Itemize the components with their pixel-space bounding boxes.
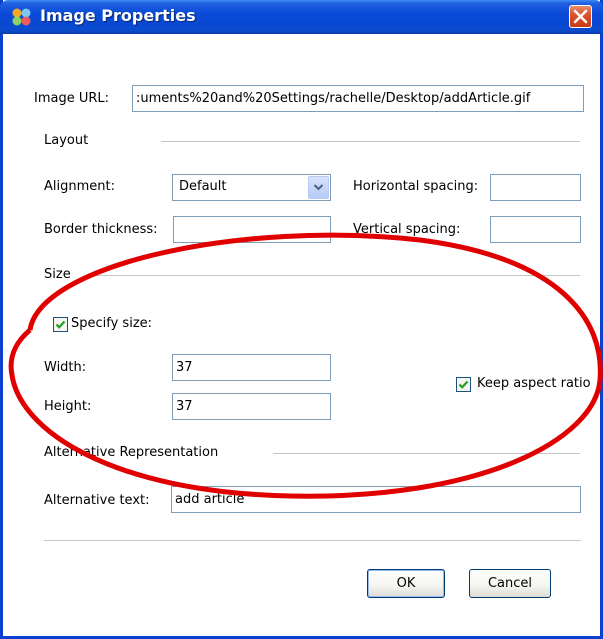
specify-size-checkbox[interactable] [53,317,68,332]
layout-separator [161,141,580,142]
checkmark-icon [458,380,469,389]
window-title: Image Properties [40,6,196,25]
alignment-label: Alignment: [44,179,115,194]
width-label: Width: [44,360,87,375]
size-section-label: Size [44,267,71,282]
image-url-field[interactable]: :uments%20and%20Settings/rachelle/Deskto… [132,85,584,112]
image-properties-dialog: Image Properties Image URL: :uments%20an… [0,0,603,639]
alternative-text-field[interactable]: add article [171,486,581,513]
height-label: Height: [44,399,92,414]
vertical-spacing-field[interactable] [490,216,581,243]
ok-button[interactable]: OK [367,569,445,598]
alignment-dropdown[interactable]: Default [172,174,331,201]
checkmark-icon [55,320,66,329]
specify-size-label: Specify size: [71,316,153,331]
cancel-button[interactable]: Cancel [469,569,551,598]
border-thickness-field[interactable] [173,216,331,243]
horizontal-spacing-label: Horizontal spacing: [353,179,479,194]
chevron-down-icon [313,184,324,191]
border-thickness-label: Border thickness: [44,222,158,237]
dropdown-arrow[interactable] [308,176,329,199]
height-field[interactable]: 37 [172,393,331,420]
app-icon [12,8,31,26]
keep-aspect-ratio-checkbox[interactable] [456,377,471,392]
keep-aspect-ratio-label: Keep aspect ratio [477,376,591,391]
size-separator [93,275,580,276]
alternative-section-label: Alternative Representation [44,445,219,460]
dialog-body: Image URL: :uments%20and%20Settings/rach… [13,50,591,630]
buttons-separator [44,540,581,541]
close-icon [573,9,588,24]
title-bar[interactable]: Image Properties [0,0,603,34]
width-field[interactable]: 37 [172,354,331,381]
horizontal-spacing-field[interactable] [490,174,581,201]
alternative-text-label: Alternative text: [44,493,150,508]
layout-section-label: Layout [44,133,89,148]
alternative-separator [273,453,580,454]
image-url-label: Image URL: [34,91,110,106]
vertical-spacing-label: Vertical spacing: [353,222,461,237]
close-button[interactable] [569,5,592,28]
alignment-value: Default [179,179,227,194]
